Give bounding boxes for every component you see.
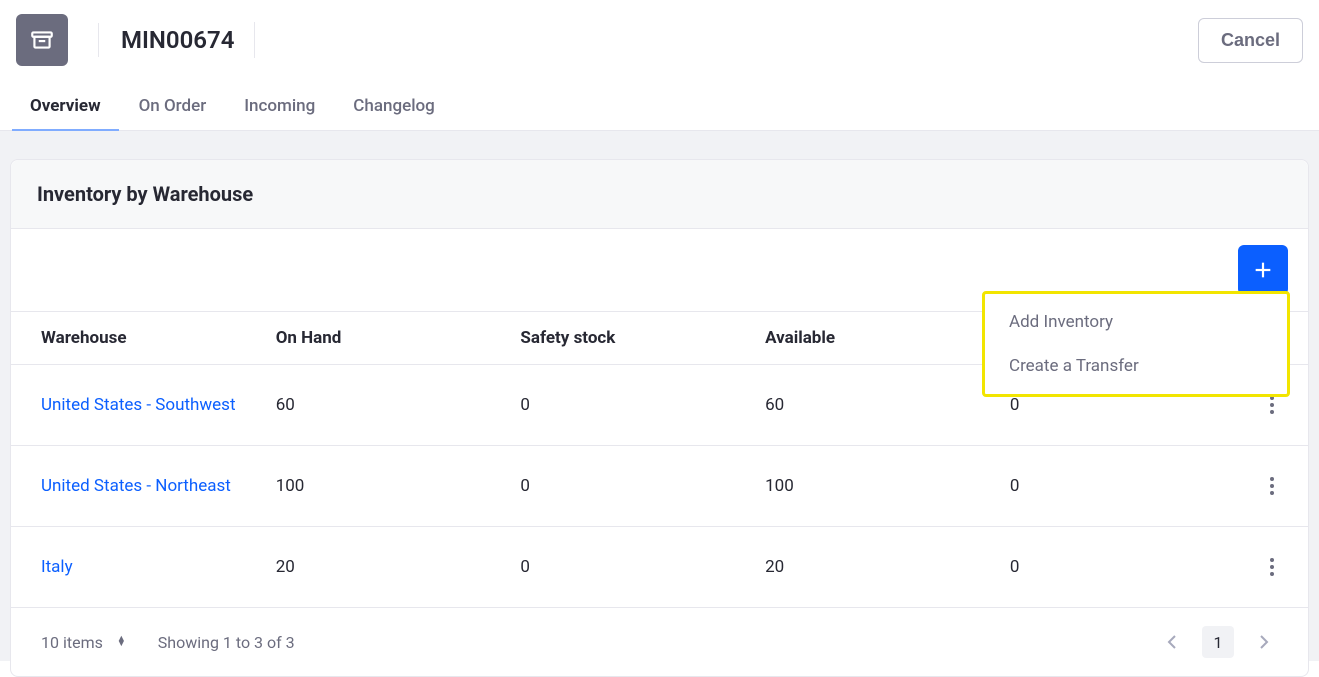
warehouse-link[interactable]: United States - Northeast bbox=[41, 476, 231, 496]
tab-on-order[interactable]: On Order bbox=[139, 84, 207, 130]
plus-icon bbox=[1252, 259, 1274, 281]
cell-available: 20 bbox=[745, 527, 990, 608]
panel-title: Inventory by Warehouse bbox=[11, 160, 1308, 229]
row-actions-button[interactable] bbox=[1256, 551, 1288, 583]
app-icon bbox=[16, 14, 68, 66]
col-available[interactable]: Available bbox=[745, 312, 990, 365]
col-on-hand[interactable]: On Hand bbox=[256, 312, 501, 365]
menu-add-inventory[interactable]: Add Inventory bbox=[985, 300, 1287, 344]
row-actions-button[interactable] bbox=[1256, 470, 1288, 502]
cell-on-hand: 60 bbox=[256, 365, 501, 446]
page-title: MIN00674 bbox=[119, 26, 236, 54]
col-warehouse[interactable]: Warehouse bbox=[11, 312, 256, 365]
page-number[interactable]: 1 bbox=[1202, 626, 1234, 658]
table-row: United States - Northeast 100 0 100 0 bbox=[11, 446, 1308, 527]
showing-text: Showing 1 to 3 of 3 bbox=[158, 633, 295, 652]
panel-toolbar: Add Inventory Create a Transfer bbox=[11, 229, 1308, 311]
warehouse-link[interactable]: Italy bbox=[41, 557, 73, 577]
cell-on-hand: 100 bbox=[256, 446, 501, 527]
kebab-icon bbox=[1270, 477, 1274, 495]
title-wrap: MIN00674 bbox=[119, 22, 255, 58]
cancel-button[interactable]: Cancel bbox=[1198, 18, 1303, 63]
tab-changelog[interactable]: Changelog bbox=[353, 84, 435, 130]
header-left: MIN00674 bbox=[16, 14, 255, 66]
cell-safety-stock: 0 bbox=[500, 365, 745, 446]
menu-create-transfer[interactable]: Create a Transfer bbox=[985, 344, 1287, 388]
pagination: 10 items ▲▼ Showing 1 to 3 of 3 1 bbox=[11, 608, 1308, 676]
page-size-label: 10 items bbox=[41, 633, 103, 652]
page-header: MIN00674 Cancel bbox=[0, 0, 1319, 84]
chevron-right-icon bbox=[1259, 634, 1269, 650]
pagination-right: 1 bbox=[1158, 626, 1278, 658]
add-button[interactable] bbox=[1238, 245, 1288, 295]
cell-on-hand: 20 bbox=[256, 527, 501, 608]
caret-sort-icon: ▲▼ bbox=[117, 637, 126, 647]
cell-available: 60 bbox=[745, 365, 990, 446]
cell-safety-stock: 0 bbox=[500, 527, 745, 608]
cell-incoming: 0 bbox=[990, 446, 1235, 527]
col-safety-stock[interactable]: Safety stock bbox=[500, 312, 745, 365]
prev-page-button[interactable] bbox=[1158, 628, 1186, 656]
kebab-icon bbox=[1270, 558, 1274, 576]
cell-incoming: 0 bbox=[990, 527, 1235, 608]
archive-icon bbox=[29, 27, 55, 53]
tabs: Overview On Order Incoming Changelog bbox=[0, 84, 1319, 131]
cell-safety-stock: 0 bbox=[500, 446, 745, 527]
inventory-panel: Inventory by Warehouse Add Inventory Cre… bbox=[10, 159, 1309, 677]
next-page-button[interactable] bbox=[1250, 628, 1278, 656]
page-size-selector[interactable]: 10 items ▲▼ bbox=[41, 633, 126, 652]
tab-overview[interactable]: Overview bbox=[30, 84, 101, 130]
header-divider bbox=[98, 23, 99, 57]
pagination-left: 10 items ▲▼ Showing 1 to 3 of 3 bbox=[41, 633, 295, 652]
kebab-icon bbox=[1270, 396, 1274, 414]
warehouse-link[interactable]: United States - Southwest bbox=[41, 395, 236, 415]
cell-available: 100 bbox=[745, 446, 990, 527]
tab-incoming[interactable]: Incoming bbox=[244, 84, 315, 130]
chevron-left-icon bbox=[1167, 634, 1177, 650]
content-area: Inventory by Warehouse Add Inventory Cre… bbox=[0, 131, 1319, 661]
table-row: Italy 20 0 20 0 bbox=[11, 527, 1308, 608]
add-dropdown-menu: Add Inventory Create a Transfer bbox=[982, 291, 1290, 397]
